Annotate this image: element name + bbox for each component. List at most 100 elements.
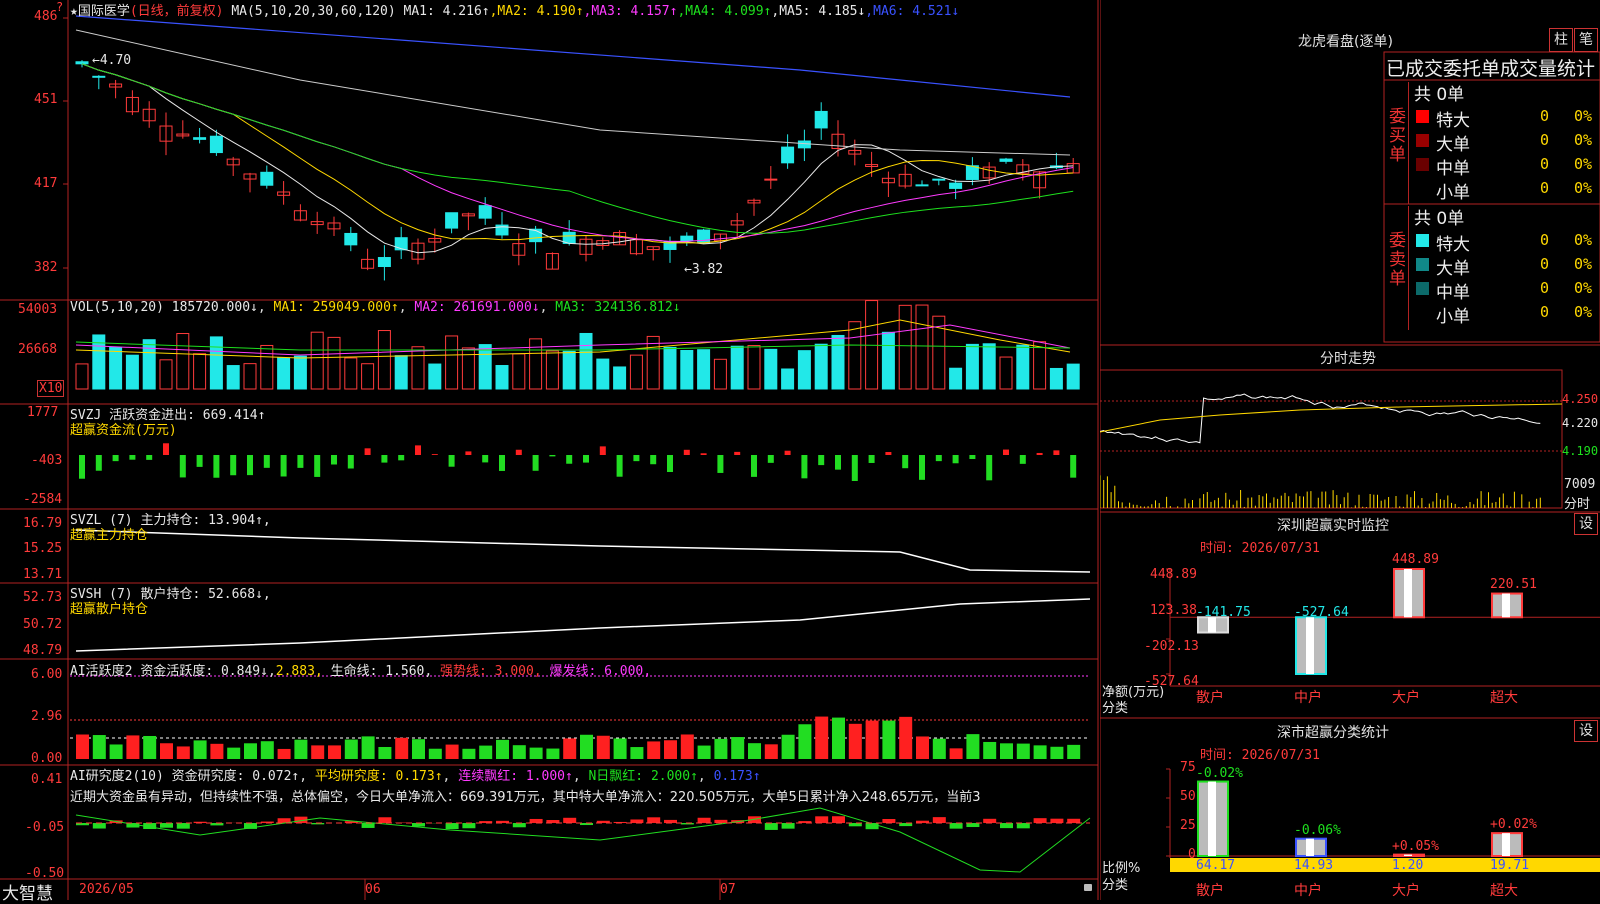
research-bar bbox=[1017, 823, 1030, 828]
candle-body bbox=[345, 233, 357, 244]
flow-bar bbox=[600, 446, 606, 455]
candle-body bbox=[1000, 159, 1012, 161]
high-note: ←4.70 bbox=[92, 53, 131, 68]
flow-bar bbox=[684, 450, 690, 455]
research-bar bbox=[630, 819, 643, 823]
candle-body bbox=[76, 62, 88, 64]
intraday-price: 4.190 bbox=[1562, 444, 1598, 458]
activity-bar bbox=[983, 742, 996, 759]
activity-bar bbox=[614, 738, 627, 759]
lock-icon[interactable] bbox=[1084, 884, 1092, 891]
flow-bar bbox=[96, 455, 102, 471]
research-bar bbox=[513, 823, 526, 827]
vol-ma-line bbox=[76, 320, 1070, 358]
activity-bar bbox=[580, 735, 593, 759]
monitor-bar-highlight bbox=[1404, 569, 1412, 617]
research-bar bbox=[1000, 823, 1013, 828]
flow-bar bbox=[919, 455, 925, 480]
activity-bar bbox=[933, 739, 946, 759]
flow-bar bbox=[365, 448, 371, 455]
flow-bar bbox=[432, 454, 438, 455]
flow-bar bbox=[1020, 455, 1026, 464]
classify-change: -0.02% bbox=[1196, 766, 1243, 781]
order-type: 中单 bbox=[1436, 278, 1470, 303]
ma-value: ,MA3: 4.157↑ bbox=[584, 4, 678, 19]
classify-category: 散户 bbox=[1196, 880, 1224, 900]
classify-change: +0.05% bbox=[1392, 839, 1439, 854]
monitor-settings-button[interactable]: 设 bbox=[1574, 513, 1598, 535]
classify-tick: 50 bbox=[1180, 789, 1196, 804]
activity-bar bbox=[261, 741, 274, 759]
svsh-tick: 50.72 bbox=[23, 617, 62, 632]
order-count: 0 bbox=[1540, 231, 1549, 249]
research-bar bbox=[782, 823, 795, 829]
volume-bar bbox=[412, 347, 424, 389]
ma120-line bbox=[76, 16, 1070, 97]
legend-swatch bbox=[1416, 110, 1429, 123]
activity-bar bbox=[244, 743, 257, 759]
ai2-comment: 近期大资金虽有异动，但持续性不强，总体偏空，今日大单净流入：669.391万元，… bbox=[70, 786, 1098, 805]
ma-params: MA(5,10,20,30,60,120) bbox=[231, 4, 395, 19]
classify-title: 深市超赢分类统计 bbox=[1277, 722, 1389, 742]
volume-bar bbox=[630, 355, 642, 389]
volume-bar bbox=[160, 360, 172, 389]
ai1-tick: 0.00 bbox=[31, 751, 62, 766]
volume-bar bbox=[1050, 368, 1062, 389]
activity-bar bbox=[1067, 745, 1080, 759]
flow-bar bbox=[482, 455, 488, 462]
flow-bar bbox=[1070, 455, 1076, 478]
activity-bar bbox=[916, 736, 929, 759]
order-percent: 0% bbox=[1574, 231, 1592, 249]
legend-swatch bbox=[1416, 282, 1429, 295]
research-bar bbox=[1067, 819, 1080, 823]
brand-logo[interactable]: 大智慧 bbox=[2, 879, 53, 904]
sell-section: 委卖单 共 0单 特大00%大单00%中单00%小单00% bbox=[1386, 206, 1600, 328]
volume-bar bbox=[446, 336, 458, 389]
activity-bar bbox=[782, 735, 795, 759]
vol-unit[interactable]: X10 bbox=[37, 380, 64, 397]
stock-name[interactable]: ★国际医学 bbox=[70, 4, 130, 19]
buy-row: 特大00% bbox=[1408, 106, 1600, 130]
volume-bar bbox=[378, 331, 390, 389]
tick-mode-button[interactable]: 笔 bbox=[1574, 28, 1598, 52]
activity-bar bbox=[664, 740, 677, 759]
flow-bar bbox=[381, 455, 387, 463]
activity-bar bbox=[798, 724, 811, 759]
monitor-tick: -202.13 bbox=[1144, 639, 1199, 654]
buy-row: 中单00% bbox=[1408, 154, 1600, 178]
classify-value: 1.20 bbox=[1392, 858, 1423, 873]
classify-tick: 0 bbox=[1188, 847, 1196, 862]
volume-bar bbox=[496, 366, 508, 389]
stats-title: 已成交委托单成交量统计 bbox=[1386, 54, 1600, 81]
classify-bar-highlight bbox=[1306, 839, 1314, 856]
activity-bar bbox=[126, 735, 139, 759]
ma-value: ,MA2: 4.190↑ bbox=[490, 4, 584, 19]
volume-bar bbox=[899, 305, 911, 389]
classify-settings-button[interactable]: 设 bbox=[1574, 720, 1598, 742]
activity-bar bbox=[143, 736, 156, 759]
legend-swatch bbox=[1416, 134, 1429, 147]
activity-bar bbox=[446, 745, 459, 759]
volume-bar bbox=[126, 355, 138, 389]
flow-bar bbox=[734, 452, 740, 455]
candle-body bbox=[210, 136, 222, 152]
flow-bar bbox=[818, 455, 824, 465]
bar-mode-button[interactable]: 柱 bbox=[1549, 28, 1573, 52]
activity-bar bbox=[278, 749, 291, 759]
flow-bar bbox=[953, 455, 959, 463]
ma-value: ,MA6: 4.521↓ bbox=[865, 4, 959, 19]
activity-bar bbox=[1000, 743, 1013, 759]
main-chart-area[interactable]: ★国际医学(日线，前复权) MA(5,10,20,30,60,120) MA1:… bbox=[0, 0, 1100, 900]
activity-bar bbox=[597, 736, 610, 759]
vol-tick: 26668 bbox=[18, 342, 57, 357]
activity-bar bbox=[765, 744, 778, 759]
volume-bar bbox=[983, 344, 995, 389]
svzl-sub: 超赢主力持仓 bbox=[70, 524, 148, 543]
flow-bar bbox=[314, 455, 320, 477]
ma-value: MA1: 4.216↑ bbox=[404, 4, 490, 19]
period-label[interactable]: (日线，前复权) bbox=[130, 4, 224, 19]
dragon-title: 龙虎看盘(逐单) bbox=[1298, 31, 1393, 51]
flow-bar bbox=[163, 443, 169, 455]
flow-bar bbox=[902, 455, 908, 468]
volume-bar bbox=[731, 346, 743, 389]
